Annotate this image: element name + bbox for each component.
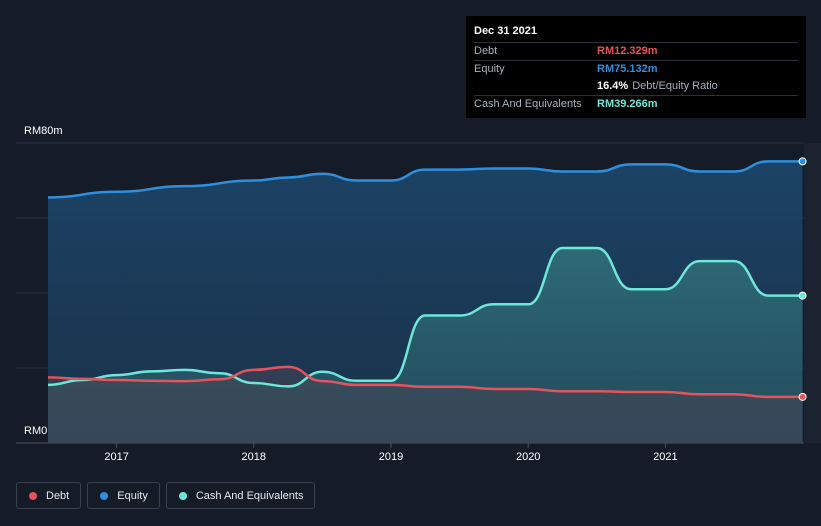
tooltip-debt-label: Debt	[474, 45, 498, 57]
tooltip-equity-label: Equity	[474, 63, 505, 75]
legend-equity-button[interactable]: Equity	[87, 482, 160, 509]
tooltip-panel: Dec 31 2021 Debt RM12.329m Equity RM75.1…	[466, 16, 806, 118]
tooltip-ratio-value: 16.4%	[597, 80, 629, 92]
x-tick-label-2019: 2019	[379, 451, 403, 463]
legend-cash-dot-icon	[178, 491, 187, 500]
tooltip-row-ratio: 16.4% Debt/Equity Ratio	[474, 78, 798, 95]
tooltip-cash-value: RM39.266m	[597, 98, 658, 110]
legend-debt-button[interactable]: Debt	[16, 482, 82, 509]
tooltip-row-equity: Equity RM75.132m	[474, 60, 798, 78]
tooltip-cash-label: Cash And Equivalents	[474, 98, 582, 110]
legend-debt-dot-icon	[29, 491, 37, 500]
legend-equity-label: Equity	[117, 489, 148, 502]
x-tick-label-2020: 2020	[516, 451, 540, 463]
tooltip-row-cash: Cash And Equivalents RM39.266m	[474, 95, 798, 113]
y-axis-min-label: RM0	[24, 425, 48, 437]
x-tick-label-2018: 2018	[242, 451, 266, 463]
cash-end-point	[798, 291, 807, 300]
chart-legend: Debt Equity Cash And Equivalents	[16, 482, 316, 509]
tooltip-row-debt: Debt RM12.329m	[474, 42, 798, 60]
legend-equity-dot-icon	[100, 491, 109, 500]
y-axis-max-label: RM80m	[24, 125, 63, 137]
tooltip-ratio-label: Debt/Equity Ratio	[632, 80, 718, 92]
x-tick-label-2021: 2021	[653, 451, 677, 463]
chart-right-shade	[804, 143, 821, 443]
tooltip-date: Dec 31 2021	[474, 25, 537, 37]
x-tick-label-2017: 2017	[104, 451, 128, 463]
equity-end-point	[798, 157, 807, 166]
legend-cash-button[interactable]: Cash And Equivalents	[165, 482, 316, 509]
legend-debt-label: Debt	[46, 489, 70, 502]
legend-cash-label: Cash And Equivalents	[195, 489, 304, 502]
tooltip-equity-value: RM75.132m	[597, 63, 658, 75]
tooltip-debt-value: RM12.329m	[597, 45, 658, 57]
debt-end-point	[798, 392, 807, 401]
